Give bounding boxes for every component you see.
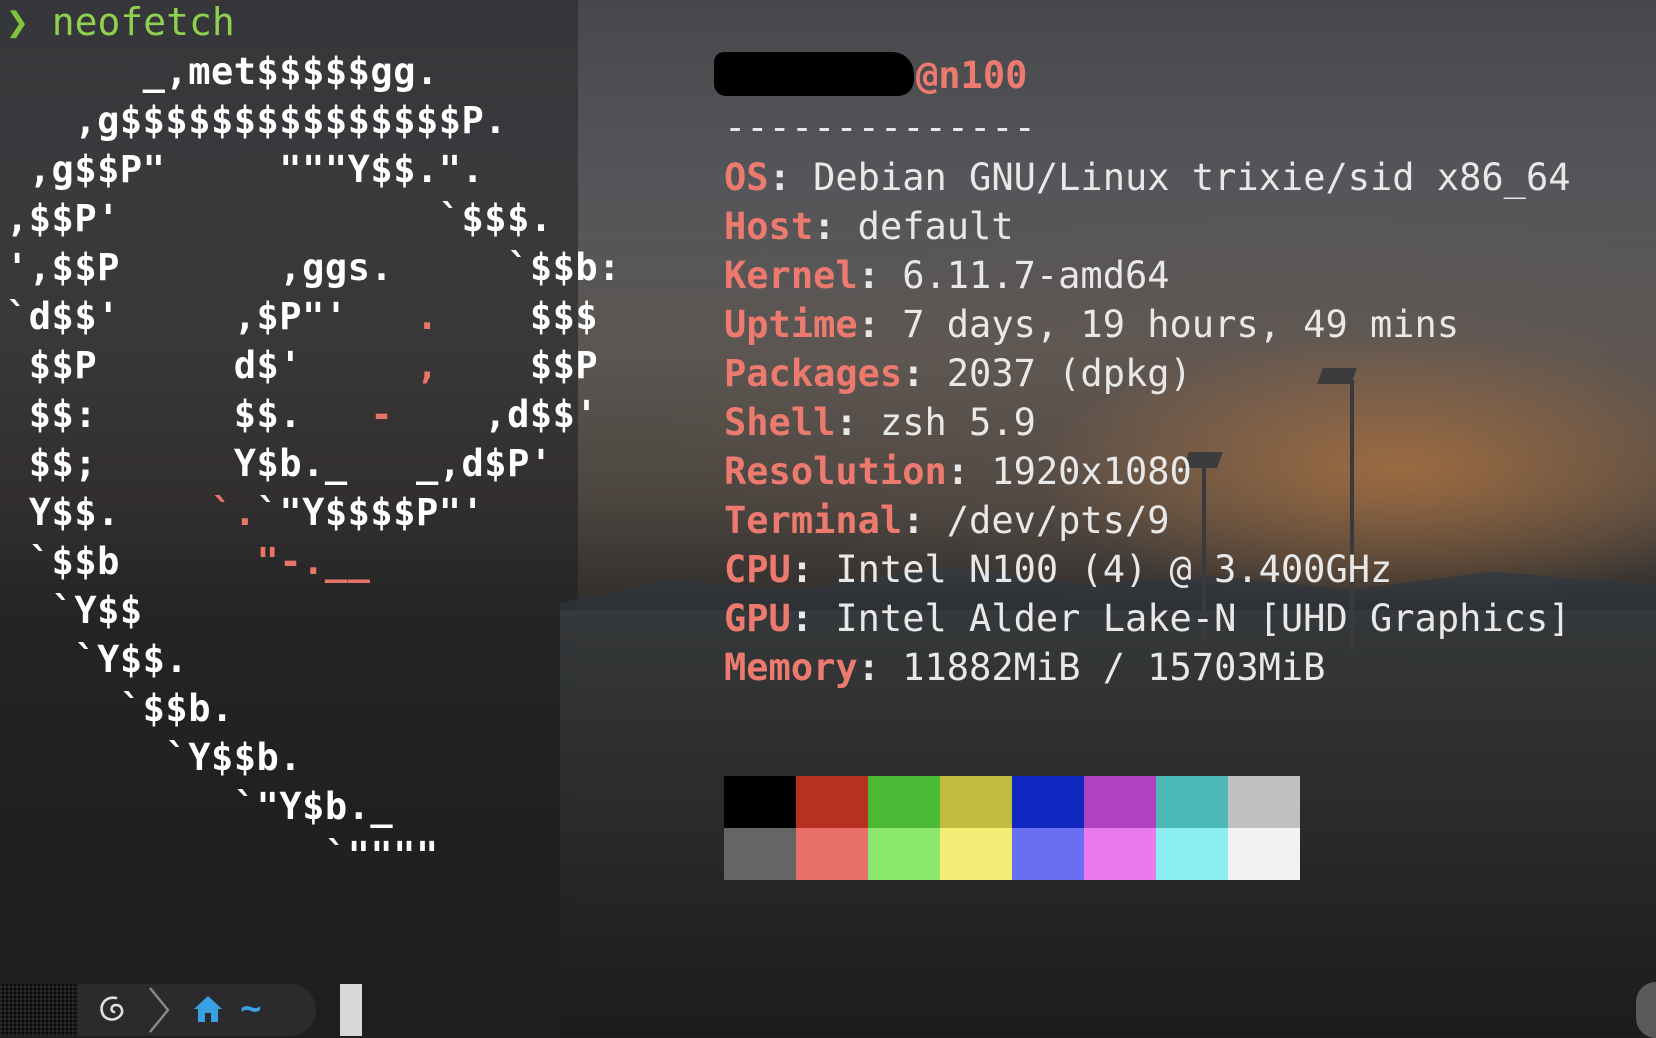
info-key: Kernel — [724, 254, 858, 297]
logo-line: $$P d$' , $$P — [6, 344, 599, 387]
info-value: 2037 (dpkg) — [924, 352, 1192, 395]
logo-line: `$$b. — [6, 687, 234, 730]
color-swatch — [1156, 776, 1228, 828]
terminal-window[interactable]: ❯ neofetch _,met$$$$$gg. ,g$$$$$$$$$$$$$… — [0, 0, 1656, 1038]
info-value: 1920x1080 — [969, 450, 1192, 493]
info-value: 6.11.7-amd64 — [879, 254, 1170, 297]
color-swatch — [1228, 828, 1300, 880]
logo-line: `Y$$ — [6, 589, 143, 632]
info-key: Shell — [724, 401, 836, 444]
logo-line: _,met$$$$$gg. — [6, 50, 439, 93]
logo-line: ,$$P' `$$$. — [6, 197, 553, 240]
info-row-shell: Shell: zsh 5.9 — [724, 401, 1036, 444]
color-swatch — [724, 828, 796, 880]
logo-line: `$$b "-.__ — [6, 540, 371, 583]
info-row-kernel: Kernel: 6.11.7-amd64 — [724, 254, 1170, 297]
color-swatch — [868, 776, 940, 828]
logo-line: `Y$$b. — [6, 736, 303, 779]
palette-bright-row — [724, 828, 1300, 880]
info-value: 11882MiB / 15703MiB — [879, 646, 1326, 689]
logo-line: `d$$' ,$P"' . $$$ — [6, 295, 599, 338]
text-cursor[interactable] — [340, 984, 362, 1036]
info-key: GPU — [724, 597, 791, 640]
logo-line: ',$$P ,ggs. `$$b: — [6, 246, 621, 289]
color-swatch — [1012, 776, 1084, 828]
palette-normal-row — [724, 776, 1300, 828]
info-key: CPU — [724, 548, 791, 591]
chevron-right-icon — [149, 987, 170, 1033]
scrollbar-handle[interactable] — [1636, 982, 1656, 1038]
color-swatch — [1012, 828, 1084, 880]
info-row-uptime: Uptime: 7 days, 19 hours, 49 mins — [724, 303, 1460, 346]
info-value: Intel Alder Lake-N [UHD Graphics] — [813, 597, 1571, 640]
logo-line: ,g$$P" """Y$$.". — [6, 148, 485, 191]
logo-line: `"""" — [6, 834, 439, 877]
color-swatch — [724, 776, 796, 828]
logo-line: ,g$$$$$$$$$$$$$$$P. — [6, 99, 508, 142]
color-swatch — [796, 828, 868, 880]
info-value: /dev/pts/9 — [924, 499, 1170, 542]
info-key: Resolution — [724, 450, 947, 493]
info-row-packages: Packages: 2037 (dpkg) — [724, 352, 1192, 395]
redacted-username — [714, 52, 914, 96]
prompt-arrow: ❯ — [6, 0, 29, 44]
info-row-host: Host: default — [724, 205, 1014, 248]
info-value: default — [835, 205, 1014, 248]
info-key: Uptime — [724, 303, 858, 346]
info-value: Debian GNU/Linux trixie/sid x86_64 — [790, 156, 1571, 199]
color-swatch — [940, 828, 1012, 880]
logo-line: $$; Y$b._ _,d$P' — [6, 442, 553, 485]
info-row-terminal: Terminal: /dev/pts/9 — [724, 499, 1170, 542]
color-swatch — [1228, 776, 1300, 828]
debian-icon — [100, 996, 124, 1021]
info-row-cpu: CPU: Intel N100 (4) @ 3.400GHz — [724, 548, 1393, 591]
info-key: Packages — [724, 352, 903, 395]
info-value: zsh 5.9 — [857, 401, 1036, 444]
user-host-line: @n100 — [714, 50, 1027, 102]
current-path: ~ — [240, 988, 262, 1029]
info-key: OS — [724, 156, 769, 199]
logo-line: Y$$. `.`"Y$$$$P"' — [6, 491, 485, 534]
info-row-resolution: Resolution: 1920x1080 — [724, 450, 1192, 493]
color-swatch — [940, 776, 1012, 828]
logo-line: `Y$$. — [6, 638, 189, 681]
info-key: Host — [724, 205, 814, 248]
hostname: @n100 — [916, 54, 1028, 97]
logo-line: $$: $$. - ,d$$' — [6, 393, 599, 436]
command-line: ❯ neofetch — [6, 0, 235, 44]
home-icon — [194, 996, 222, 1022]
color-swatch — [868, 828, 940, 880]
info-value: Intel N100 (4) @ 3.400GHz — [813, 548, 1393, 591]
info-row-os: OS: Debian GNU/Linux trixie/sid x86_64 — [724, 156, 1571, 199]
prompt-bar-decoration — [0, 984, 78, 1036]
info-key: Terminal — [724, 499, 903, 542]
color-palette — [724, 776, 1300, 880]
info-row-memory: Memory: 11882MiB / 15703MiB — [724, 646, 1326, 689]
separator-line: -------------- — [724, 106, 1036, 149]
color-swatch — [1156, 828, 1228, 880]
color-swatch — [796, 776, 868, 828]
logo-line: `"Y$b._ — [6, 785, 394, 828]
color-swatch — [1084, 828, 1156, 880]
info-value: 7 days, 19 hours, 49 mins — [879, 303, 1460, 346]
info-row-gpu: GPU: Intel Alder Lake-N [UHD Graphics] — [724, 597, 1571, 640]
command-text: neofetch — [51, 0, 235, 44]
color-swatch — [1084, 776, 1156, 828]
info-key: Memory — [724, 646, 858, 689]
